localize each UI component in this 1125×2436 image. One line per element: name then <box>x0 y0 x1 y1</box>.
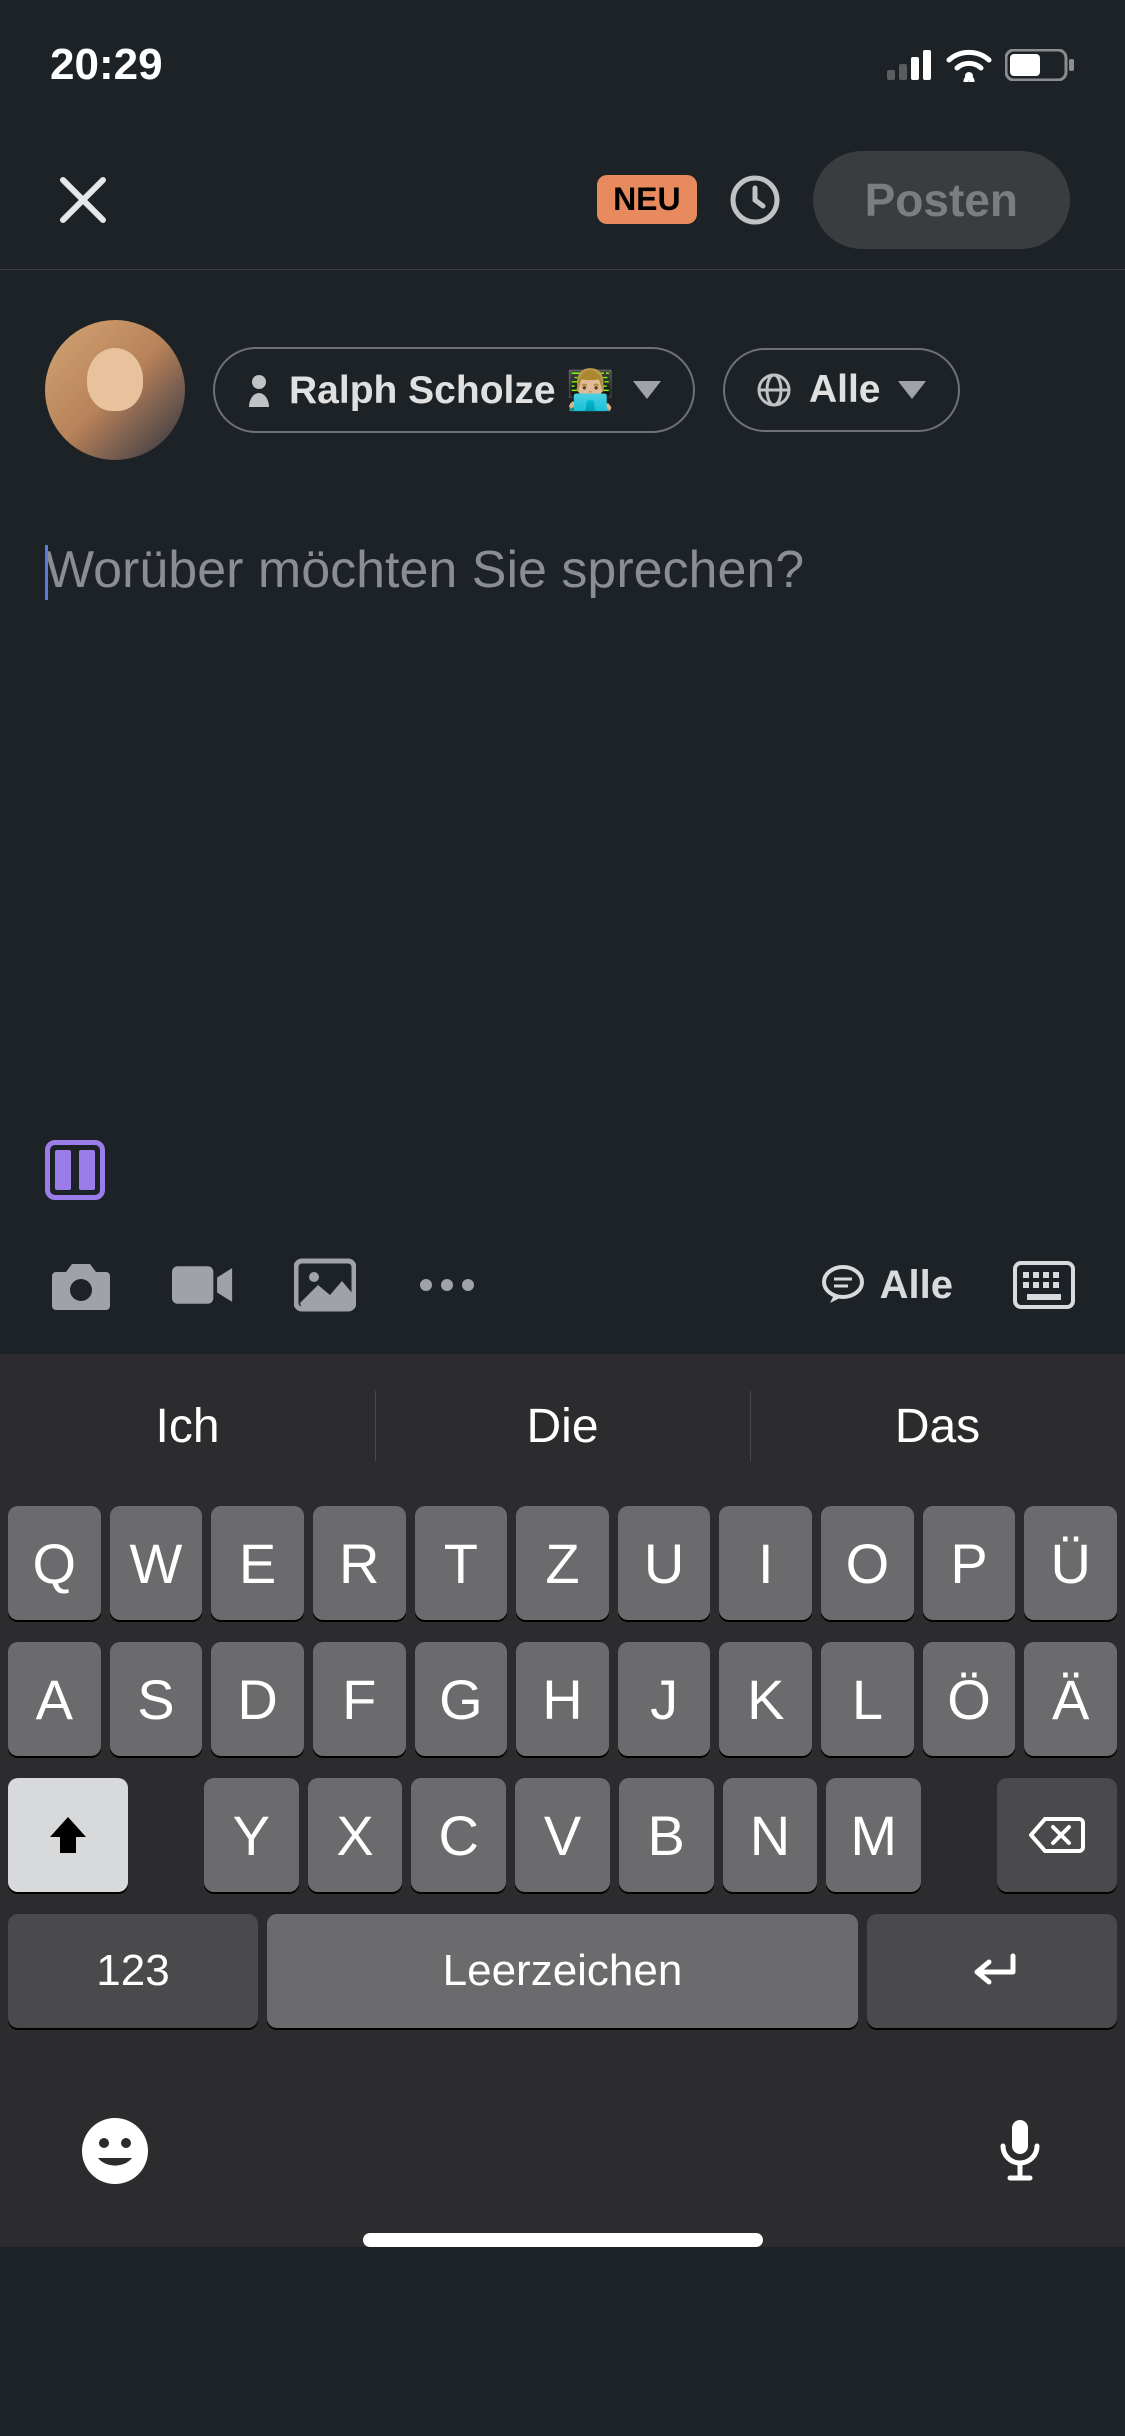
close-button[interactable] <box>55 172 111 228</box>
post-placeholder: Worüber möchten Sie sprechen? <box>45 541 804 599</box>
battery-icon <box>1005 49 1075 81</box>
schedule-button[interactable] <box>727 172 783 228</box>
close-icon <box>58 175 108 225</box>
audience-selector[interactable]: Alle <box>723 348 961 432</box>
key-row-1: Q W E R T Z U I O P Ü <box>8 1506 1117 1620</box>
key-backspace[interactable] <box>997 1778 1117 1892</box>
backspace-icon <box>1029 1815 1085 1855</box>
status-time: 20:29 <box>50 40 163 90</box>
key-n[interactable]: N <box>723 1778 818 1892</box>
key-x[interactable]: X <box>308 1778 403 1892</box>
key-oe[interactable]: Ö <box>923 1642 1016 1756</box>
dictation-button[interactable] <box>995 2116 1045 2186</box>
key-l[interactable]: L <box>821 1642 914 1756</box>
composer-toolbar: Alle <box>0 1230 1125 1354</box>
key-ae[interactable]: Ä <box>1024 1642 1117 1756</box>
comment-icon <box>822 1265 864 1305</box>
key-numbers[interactable]: 123 <box>8 1914 258 2028</box>
key-h[interactable]: H <box>516 1642 609 1756</box>
post-button[interactable]: Posten <box>813 151 1070 249</box>
chevron-down-icon <box>633 381 661 399</box>
key-space[interactable]: Leerzeichen <box>267 1914 858 2028</box>
text-cursor <box>45 545 48 600</box>
suggestion-3[interactable]: Das <box>750 1366 1125 1486</box>
wifi-icon <box>945 48 993 82</box>
globe-icon <box>757 373 791 407</box>
key-k[interactable]: K <box>719 1642 812 1756</box>
key-a[interactable]: A <box>8 1642 101 1756</box>
key-r[interactable]: R <box>313 1506 406 1620</box>
camera-icon[interactable] <box>50 1258 112 1312</box>
video-icon[interactable] <box>172 1258 234 1312</box>
status-indicators <box>887 48 1075 82</box>
post-text-input[interactable]: Worüber möchten Sie sprechen? <box>0 490 1125 1130</box>
composer-meta-row: Ralph Scholze 👨🏼‍💻 Alle <box>0 270 1125 490</box>
suggestion-2[interactable]: Die <box>375 1366 750 1486</box>
keyboard: Ich Die Das Q W E R T Z U I O P Ü A S D … <box>0 1354 1125 2247</box>
more-icon[interactable] <box>416 1258 478 1312</box>
comment-audience-label: Alle <box>880 1263 953 1308</box>
key-return[interactable] <box>867 1914 1117 2028</box>
template-button[interactable] <box>45 1140 105 1200</box>
audience-chip-label: Alle <box>809 368 881 412</box>
key-t[interactable]: T <box>415 1506 508 1620</box>
return-icon <box>963 1950 1021 1992</box>
key-g[interactable]: G <box>415 1642 508 1756</box>
key-y[interactable]: Y <box>204 1778 299 1892</box>
key-o[interactable]: O <box>821 1506 914 1620</box>
emoji-button[interactable] <box>80 2116 150 2186</box>
image-icon[interactable] <box>294 1258 356 1312</box>
key-p[interactable]: P <box>923 1506 1016 1620</box>
status-bar: 20:29 <box>0 0 1125 130</box>
key-row-3: Y X C V B N M <box>8 1778 1117 1892</box>
key-c[interactable]: C <box>411 1778 506 1892</box>
author-selector[interactable]: Ralph Scholze 👨🏼‍💻 <box>213 347 695 433</box>
avatar <box>45 320 185 460</box>
keyboard-footer <box>0 2053 1125 2223</box>
shift-icon <box>46 1813 90 1857</box>
clock-icon <box>729 174 781 226</box>
key-ue[interactable]: Ü <box>1024 1506 1117 1620</box>
keyboard-collapse-icon[interactable] <box>1013 1261 1075 1309</box>
key-e[interactable]: E <box>211 1506 304 1620</box>
new-badge: NEU <box>597 175 697 224</box>
key-row-2: A S D F G H J K L Ö Ä <box>8 1642 1117 1756</box>
key-i[interactable]: I <box>719 1506 812 1620</box>
key-z[interactable]: Z <box>516 1506 609 1620</box>
chevron-down-icon <box>898 381 926 399</box>
person-icon <box>247 373 271 407</box>
suggestion-1[interactable]: Ich <box>0 1366 375 1486</box>
signal-icon <box>887 50 933 80</box>
key-b[interactable]: B <box>619 1778 714 1892</box>
composer-header-bar: NEU Posten <box>0 130 1125 270</box>
key-j[interactable]: J <box>618 1642 711 1756</box>
key-v[interactable]: V <box>515 1778 610 1892</box>
key-u[interactable]: U <box>618 1506 711 1620</box>
author-chip-label: Ralph Scholze 👨🏼‍💻 <box>289 367 615 413</box>
key-w[interactable]: W <box>110 1506 203 1620</box>
key-s[interactable]: S <box>110 1642 203 1756</box>
key-row-bottom: 123 Leerzeichen <box>0 1914 1125 2028</box>
key-f[interactable]: F <box>313 1642 406 1756</box>
suggestion-row: Ich Die Das <box>0 1366 1125 1486</box>
key-m[interactable]: M <box>826 1778 921 1892</box>
key-q[interactable]: Q <box>8 1506 101 1620</box>
home-indicator[interactable] <box>363 2233 763 2247</box>
key-shift[interactable] <box>8 1778 128 1892</box>
comment-audience-button[interactable]: Alle <box>822 1263 953 1308</box>
key-d[interactable]: D <box>211 1642 304 1756</box>
